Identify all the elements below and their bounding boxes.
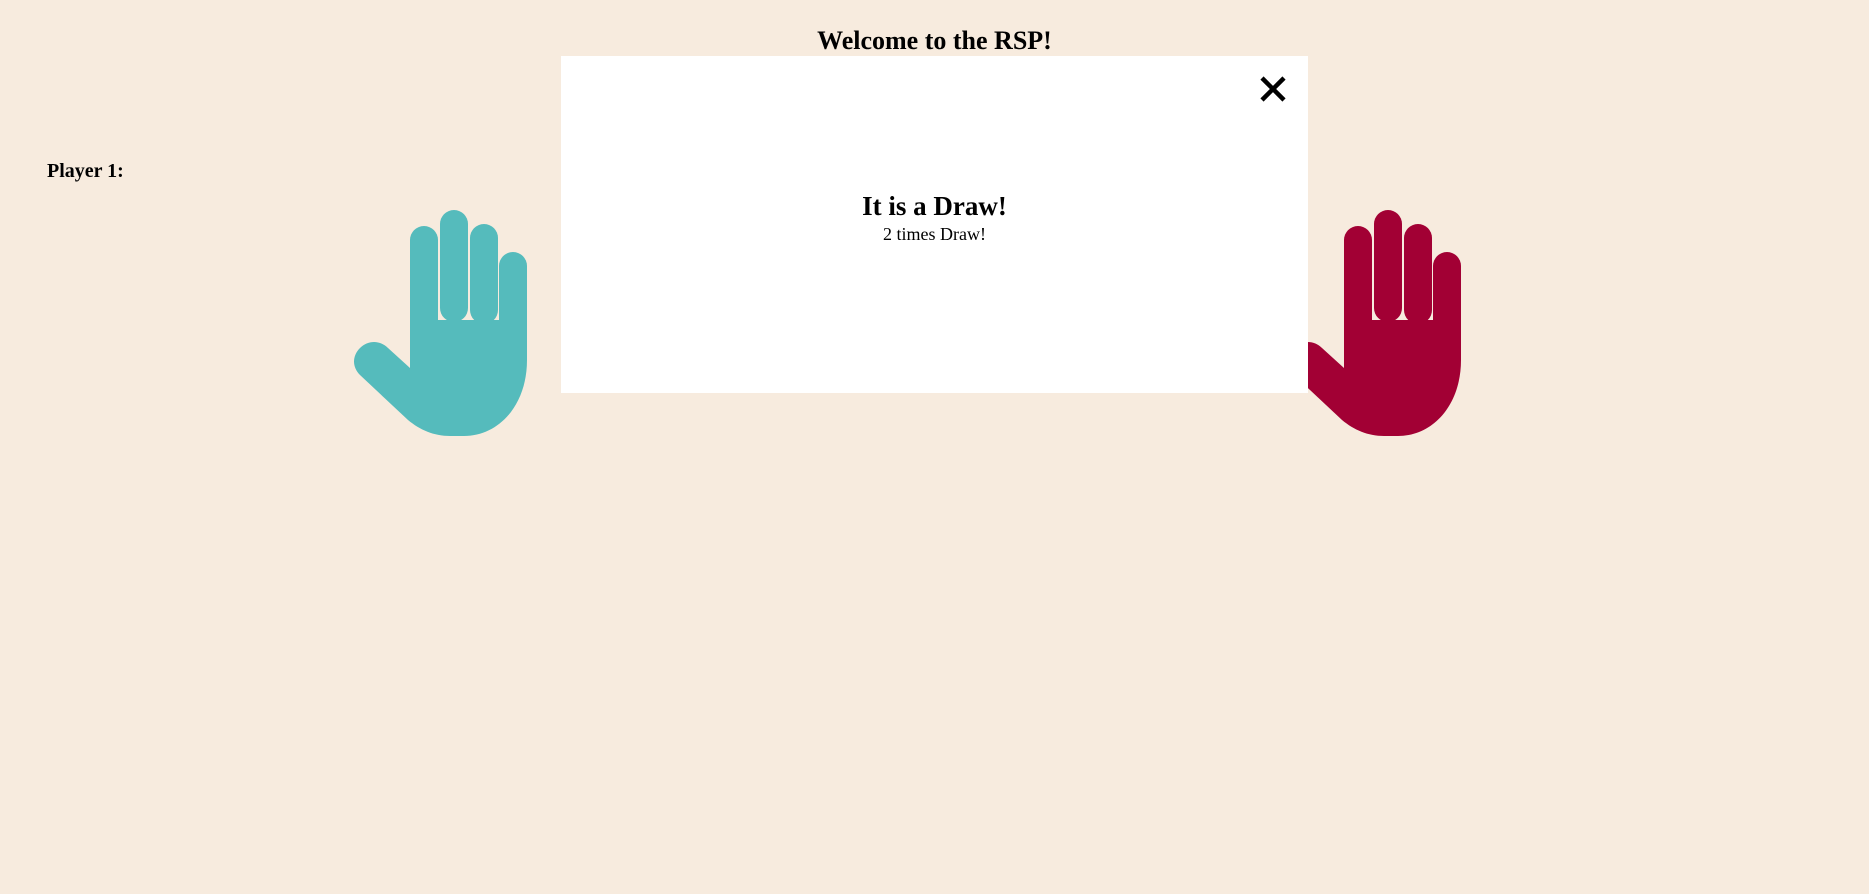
- game-page: Welcome to the RSP! Player 1: It is a Dr…: [0, 0, 1869, 894]
- close-icon[interactable]: [1256, 72, 1290, 106]
- page-title: Welcome to the RSP!: [817, 26, 1052, 55]
- result-heading: It is a Draw!: [862, 191, 1007, 221]
- draw-count-text: 2 times Draw!: [883, 224, 986, 244]
- player-2-hand-icon: [1288, 210, 1488, 436]
- player-1-label: Player 1:: [47, 160, 124, 182]
- player-1-hand-icon: [354, 210, 554, 436]
- result-modal: It is a Draw! 2 times Draw!: [561, 56, 1308, 393]
